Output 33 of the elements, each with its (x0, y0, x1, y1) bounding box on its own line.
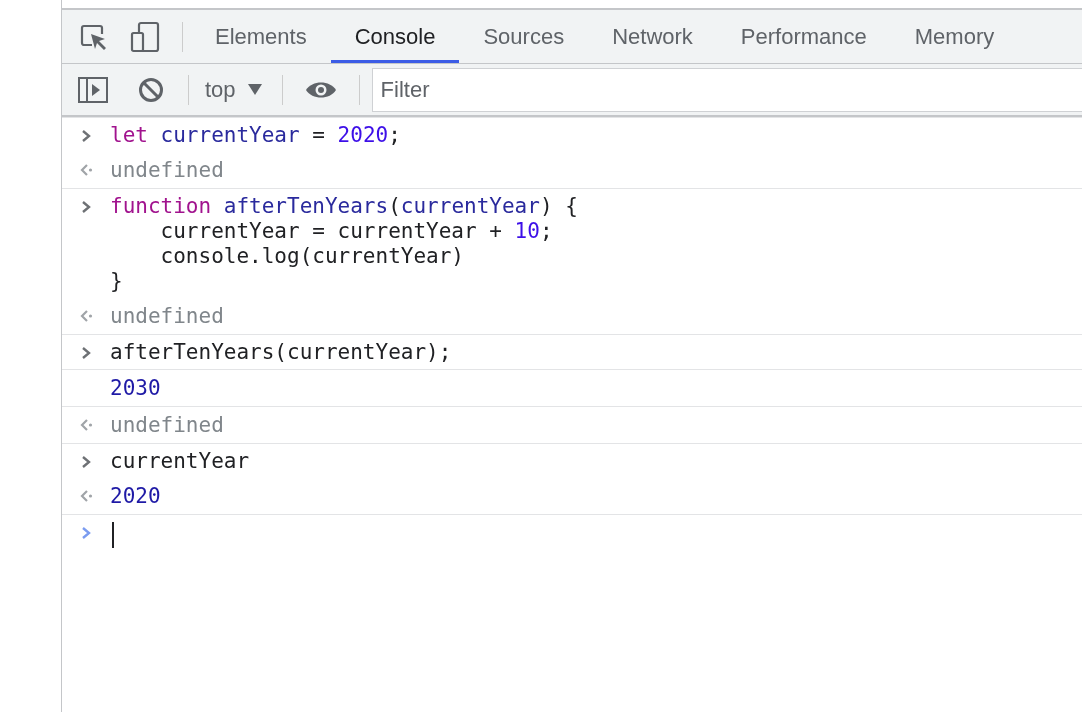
result-value: undefined (110, 412, 224, 439)
panel-tab[interactable]: Performance (716, 13, 891, 63)
code-line: console.log(currentYear) (159, 244, 465, 269)
result-arrow-icon (79, 309, 93, 323)
code-line: let currentYear = 2020; (110, 123, 401, 148)
code-line: function afterTenYears(currentYear) { (110, 194, 578, 219)
prompt-chevron-icon (80, 526, 92, 540)
caret-icon (247, 84, 262, 95)
result-arrow-icon (79, 163, 93, 177)
panel-tab[interactable]: Elements (191, 13, 331, 63)
result-arrow-icon (79, 418, 93, 432)
input-chevron-icon (80, 346, 92, 360)
panel-tab[interactable]: Sources (459, 13, 589, 63)
filter-field[interactable]: Filter (371, 67, 1082, 112)
context-dropdown[interactable]: top (197, 76, 274, 103)
clear-console-icon[interactable] (138, 76, 164, 103)
panel-tab[interactable]: Network (588, 13, 717, 63)
code-line: currentYear (110, 449, 250, 474)
result-value: undefined (110, 303, 224, 330)
input-chevron-icon (80, 129, 92, 143)
code-line: } (110, 269, 124, 294)
device-toolbar-icon[interactable] (130, 20, 160, 53)
result-value: undefined (110, 157, 224, 184)
sidebar-toggle-icon[interactable] (78, 76, 108, 103)
result-arrow-icon (79, 489, 93, 503)
code-line: afterTenYears(currentYear); (110, 340, 452, 365)
input-chevron-icon (80, 200, 92, 214)
inspect-icon[interactable] (80, 22, 108, 51)
log-output: 2030 (110, 375, 161, 402)
input-chevron-icon (80, 455, 92, 469)
panel-tab[interactable]: Memory (890, 13, 1019, 63)
code-line: currentYear = currentYear + 10; (159, 219, 554, 244)
result-value: 2020 (110, 483, 161, 510)
